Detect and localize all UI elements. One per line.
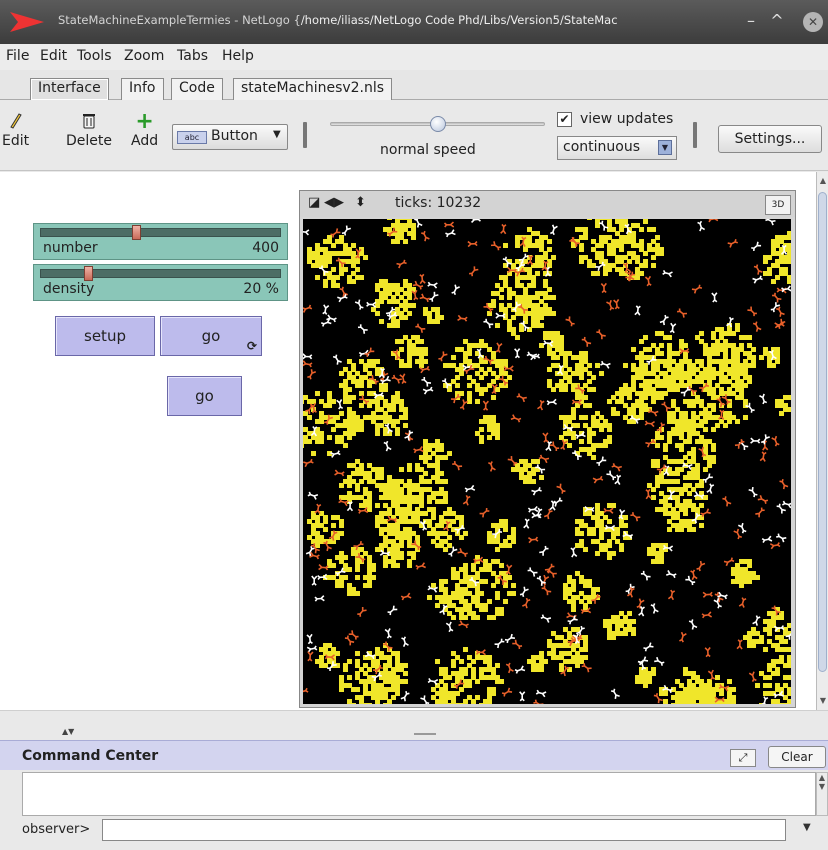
command-output-scrollbar[interactable]: ▲ ▼ <box>816 772 828 816</box>
scroll-down-icon[interactable]: ▼ <box>817 694 828 708</box>
splitter-grip[interactable] <box>414 733 436 735</box>
density-slider[interactable]: density 20 % <box>33 264 288 301</box>
slider-track <box>40 228 281 237</box>
netlogo-logo-icon <box>8 10 46 38</box>
scroll-up-icon[interactable]: ▲ <box>817 174 828 188</box>
delete-tool[interactable]: Delete <box>66 111 112 149</box>
maximize-icon[interactable]: ^ <box>766 10 788 32</box>
vertical-resize-icon[interactable]: ⬍ <box>355 195 366 210</box>
tab-info[interactable]: Info <box>121 78 164 100</box>
command-input[interactable] <box>102 819 786 841</box>
minimize-icon[interactable]: – <box>740 10 762 32</box>
slider-handle[interactable] <box>132 225 141 240</box>
termite-world <box>303 219 791 704</box>
tab-bar: Interface Info Code stateMachinesv2.nls <box>0 70 828 100</box>
toolbar-divider <box>303 122 307 148</box>
delete-label: Delete <box>66 133 112 149</box>
edit-tool[interactable]: Edit <box>2 111 29 149</box>
go-once-button[interactable]: go <box>167 376 242 416</box>
widget-type-label: Button <box>211 128 258 144</box>
title-bar: StateMachineExampleTermies - NetLogo {/h… <box>0 0 828 44</box>
slider-track <box>40 269 281 278</box>
speed-label: normal speed <box>380 142 476 158</box>
view-updates-checkbox[interactable]: ✔ <box>557 112 572 127</box>
update-mode-dropdown[interactable]: continuous ▼ <box>557 136 677 160</box>
popout-icon[interactable]: ⤢ <box>730 749 756 767</box>
command-center-title: Command Center <box>22 748 159 764</box>
menu-tabs[interactable]: Tabs <box>177 48 208 64</box>
window-title: StateMachineExampleTermies - NetLogo {/h… <box>58 13 718 27</box>
toolbar: Edit Delete + Add abc Button ▼ <box>0 101 828 171</box>
ticks-counter: ticks: 10232 <box>395 195 482 211</box>
menu-help[interactable]: Help <box>222 48 254 64</box>
scrollbar-thumb[interactable] <box>818 192 827 672</box>
setup-button[interactable]: setup <box>55 316 155 356</box>
command-center-header: Command Center ⤢ Clear <box>0 740 828 770</box>
slider-name: number <box>43 240 98 256</box>
3d-view-button[interactable]: 3D <box>765 195 791 215</box>
edit-label: Edit <box>2 133 30 149</box>
button-widget-icon: abc <box>177 131 207 144</box>
window-title-path: /home/iliass/NetLogo Code Phd/Libs/Versi… <box>300 13 618 27</box>
close-icon[interactable]: ✕ <box>803 12 823 32</box>
menu-zoom[interactable]: Zoom <box>124 48 164 64</box>
interface-scrollbar[interactable]: ▲ ▼ <box>816 172 828 710</box>
tab-statemachines-nls[interactable]: stateMachinesv2.nls <box>233 78 393 100</box>
command-output[interactable] <box>22 772 816 816</box>
world-view: ◪ ◀▶ ⬍ ticks: 10232 3D <box>299 190 796 708</box>
view-size-icon[interactable]: ◪ <box>308 195 320 210</box>
forever-icon: ⟳ <box>246 339 257 353</box>
observer-prompt: observer> <box>22 822 91 837</box>
chevron-down-icon: ▼ <box>273 129 281 140</box>
go-forever-button[interactable]: go ⟳ <box>160 316 262 356</box>
menu-bar: File Edit Tools Zoom Tabs Help <box>0 44 828 70</box>
toolbar-divider <box>693 122 697 148</box>
pane-splitter[interactable]: ▲▼ <box>0 710 828 740</box>
trash-icon <box>66 111 112 133</box>
chevron-down-icon: ▼ <box>658 140 672 155</box>
chevron-down-icon[interactable]: ▼ <box>803 822 811 833</box>
slider-value: 400 <box>252 240 279 256</box>
add-label: Add <box>131 133 159 149</box>
view-updates-label: view updates <box>580 111 674 127</box>
view-header: ◪ ◀▶ ⬍ ticks: 10232 3D <box>300 191 795 217</box>
world-canvas[interactable] <box>303 219 791 704</box>
update-mode-value: continuous <box>563 139 640 155</box>
splitter-arrows-icon[interactable]: ▲▼ <box>62 727 74 736</box>
slider-value: 20 % <box>243 281 279 297</box>
horizontal-resize-icon[interactable]: ◀▶ <box>324 195 344 210</box>
window-title-prefix: StateMachineExampleTermies - NetLogo { <box>58 13 301 27</box>
go-forever-label: go <box>201 327 221 345</box>
menu-edit[interactable]: Edit <box>40 48 67 64</box>
widget-type-dropdown[interactable]: abc Button ▼ <box>172 124 288 150</box>
menu-tools[interactable]: Tools <box>77 48 112 64</box>
slider-name: density <box>43 281 95 297</box>
tab-interface[interactable]: Interface <box>30 78 109 100</box>
plus-icon: + <box>135 109 154 134</box>
pencil-icon <box>2 111 29 133</box>
clear-button[interactable]: Clear <box>768 746 826 768</box>
settings-button[interactable]: Settings... <box>718 125 822 153</box>
add-tool[interactable]: + Add <box>131 109 159 150</box>
speed-slider-handle[interactable] <box>430 116 446 132</box>
slider-handle[interactable] <box>84 266 93 281</box>
number-slider[interactable]: number 400 <box>33 223 288 260</box>
menu-file[interactable]: File <box>6 48 29 64</box>
tab-code[interactable]: Code <box>171 78 223 100</box>
